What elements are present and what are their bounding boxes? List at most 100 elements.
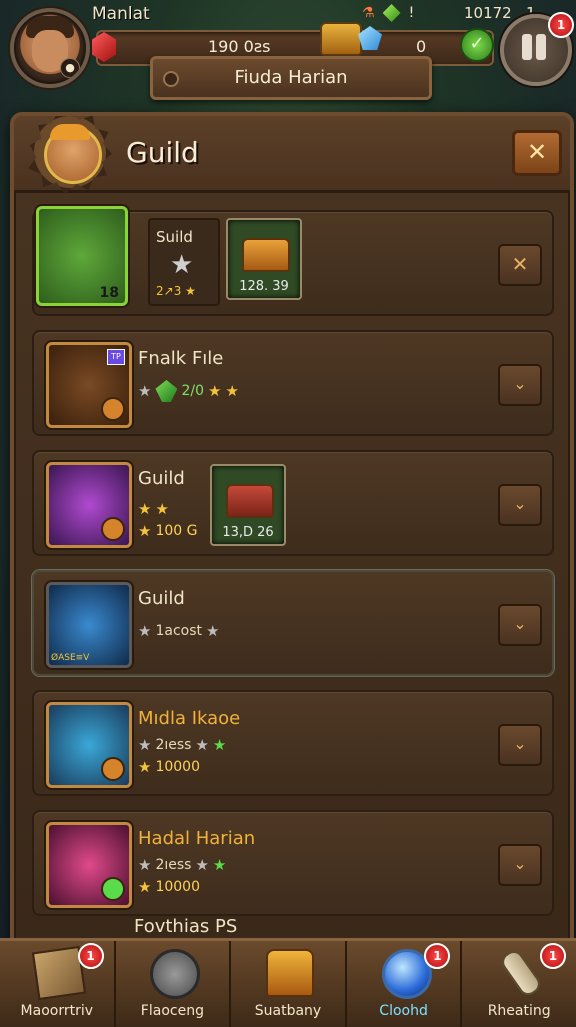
star-icon: ★	[212, 856, 227, 874]
reward-slot[interactable]: 128. 39	[226, 218, 302, 300]
star-icon: ★	[195, 856, 209, 874]
gear-icon	[101, 757, 125, 781]
row-title: Mıdla Ikaoe	[138, 708, 241, 729]
top-hud: ● Manlat ⚗ ! 10172 1 190 0ƨs 0 ✓ 1 Fiuda…	[0, 0, 576, 110]
row-value: 100 G	[155, 523, 198, 539]
row-stats: ★ 1acost ★	[138, 622, 219, 640]
nav-item-search[interactable]: Flaoceng	[116, 941, 232, 1027]
treasure-chest-icon[interactable]	[320, 22, 362, 56]
panel-title: Guild	[126, 136, 199, 169]
currency-2-value: 0	[416, 37, 427, 56]
star-icon: ★	[207, 382, 222, 400]
row-value: 2ıess	[155, 857, 192, 873]
pause-icon-bar	[522, 34, 532, 60]
guild-list: 18 Suild ★ 2↗3 ★ 128. 39 ✕ TP Fnalk Fıle…	[32, 206, 554, 930]
green-gem-icon	[382, 4, 401, 22]
avatar-level-icon: ●	[60, 58, 80, 78]
notification-badge: 1	[77, 943, 104, 969]
list-item[interactable]: 18 Suild ★ 2↗3 ★ 128. 39 ✕	[32, 206, 554, 316]
notification-badge: 1	[424, 943, 451, 969]
gear-icon	[101, 517, 125, 541]
row-action-button[interactable]: ✕	[498, 244, 542, 286]
expand-button[interactable]: ⌄	[498, 844, 542, 886]
bottom-nav: 1 Maoorrtriv Flaoceng Suatbany 1 Cloohd …	[0, 938, 576, 1027]
panel-header: Guild ✕	[14, 116, 570, 194]
row-icon	[46, 702, 132, 788]
potion-icon: ⚗	[362, 5, 375, 21]
top-status-icons: ⚗ !	[362, 2, 414, 24]
area-title: Fiuda Harian	[234, 67, 348, 88]
row-value: 10000	[155, 879, 200, 895]
nav-label: Suatbany	[254, 1003, 322, 1019]
star-icon: ★	[138, 522, 152, 540]
star-icon: ★	[138, 500, 152, 518]
notification-badge: 1	[539, 943, 566, 969]
row-stats: ★ 2ıess ★ ★	[138, 856, 226, 874]
nav-label: Cloohd	[379, 1003, 428, 1019]
player-avatar[interactable]: ●	[10, 8, 90, 88]
row-stats: ★ 2ıess ★ ★	[138, 736, 226, 754]
row-stars: 2↗3 ★	[156, 284, 196, 298]
nav-item-rheating[interactable]: 1 Rheating	[462, 941, 576, 1027]
row-value: 2ıess	[155, 737, 192, 753]
star-icon: ★	[138, 622, 152, 640]
star-icon: ★	[138, 856, 152, 874]
scroll-icon	[498, 947, 544, 999]
list-item[interactable]: Guild ★ ★ ★ 100 G 13,D 26 ⌄	[32, 450, 554, 556]
area-title-plate: Fiuda Harian	[150, 56, 432, 100]
row-stats: ★ 2/0 ★ ★	[138, 380, 239, 402]
close-button[interactable]: ✕	[512, 130, 562, 176]
row-value: 10000	[155, 759, 200, 775]
star-icon: ★	[155, 500, 169, 518]
row-stats: ★ 10000	[138, 878, 200, 896]
row-icon: TP	[46, 342, 132, 428]
row-stats: ★ 10000	[138, 758, 200, 776]
gear-icon	[101, 397, 125, 421]
leaf-icon	[155, 380, 178, 402]
row-value: 1acost	[155, 623, 202, 639]
row-icon: ØASE≡V	[46, 582, 132, 668]
row-title: Guild	[138, 468, 185, 489]
expand-button[interactable]: ⌄	[498, 364, 542, 406]
list-item[interactable]: Mıdla Ikaoe ★ 2ıess ★ ★ ★ 10000 ⌄	[32, 690, 554, 796]
pause-icon-bar	[536, 34, 546, 60]
star-icon: ★	[212, 736, 227, 754]
expand-button[interactable]: ⌄	[498, 604, 542, 646]
icon-caption: ØASE≡V	[51, 653, 90, 663]
reward-caption: 13,D 26	[222, 525, 274, 540]
list-item[interactable]: ØASE≡V Guild ★ 1acost ★ ⌄	[32, 570, 554, 676]
expand-button[interactable]: ⌄	[498, 724, 542, 766]
nav-item-cloud[interactable]: 1 Cloohd	[347, 941, 463, 1027]
star-icon: ★	[138, 736, 152, 754]
nav-label: Maoorrtriv	[20, 1003, 94, 1019]
guild-emblem-icon	[28, 116, 112, 194]
list-item[interactable]: TP Fnalk Fıle ★ 2/0 ★ ★ ⌄	[32, 330, 554, 436]
reward-slot[interactable]: 13,D 26	[210, 464, 286, 546]
icon-count: 18	[99, 285, 119, 301]
plate-rivet-icon	[163, 71, 179, 87]
star-icon: ★	[206, 622, 220, 640]
reward-caption: 128. 39	[239, 279, 289, 294]
alert-icon: !	[408, 5, 415, 21]
ruby-icon	[92, 32, 116, 62]
pause-button[interactable]: 1	[500, 12, 574, 86]
star-icon: ★	[225, 382, 239, 400]
list-item[interactable]: Hadal Harian ★ 2ıess ★ ★ ★ 10000 ⌄	[32, 810, 554, 916]
nav-label: Rheating	[487, 1003, 551, 1019]
row-title: Suild	[156, 228, 193, 246]
row-title: Guild	[138, 588, 185, 609]
star-icon: ★	[138, 758, 152, 776]
gold-chest-icon	[242, 238, 290, 272]
chest-icon	[265, 949, 314, 997]
red-chest-icon	[226, 484, 274, 518]
add-currency-button[interactable]: ✓	[460, 28, 494, 62]
nav-item-map[interactable]: 1 Maoorrtriv	[0, 941, 116, 1027]
silver-star-icon: ★	[170, 250, 194, 280]
nav-label: Flaoceng	[140, 1003, 204, 1019]
row-icon	[46, 822, 132, 908]
expand-button[interactable]: ⌄	[498, 484, 542, 526]
mini-card: Suild ★ 2↗3 ★	[148, 218, 220, 306]
nav-item-chest[interactable]: Suatbany	[231, 941, 347, 1027]
energy-value: 10172	[464, 4, 512, 22]
row-stars: ★ ★	[138, 500, 169, 518]
